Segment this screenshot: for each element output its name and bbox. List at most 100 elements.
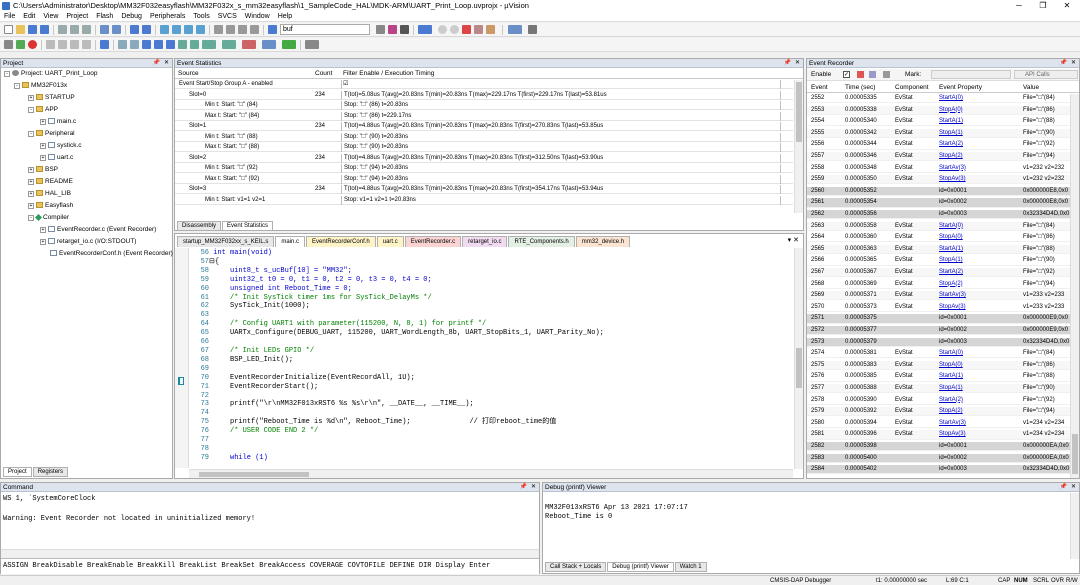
tree-readme[interactable]: + README — [28, 177, 73, 187]
api-calls-filter[interactable]: API Calls — [1014, 70, 1078, 79]
event-property[interactable]: id=0x0001 — [939, 442, 1021, 451]
save-log-icon[interactable] — [869, 71, 876, 78]
event-property[interactable]: StartA(1) — [939, 117, 1021, 126]
event-property[interactable]: id=0x0002 — [939, 198, 1021, 207]
tree-easyflash[interactable]: + Easyflash — [28, 201, 73, 211]
debug-tab[interactable]: Watch 1 — [674, 562, 707, 572]
config-icon[interactable] — [528, 25, 537, 34]
reset-icon[interactable] — [4, 40, 13, 49]
command-window-icon[interactable] — [118, 40, 127, 49]
tree-startup[interactable]: + STARTUP — [28, 93, 75, 103]
event-property[interactable]: id=0x0003 — [939, 210, 1021, 219]
panel-close-icon[interactable]: ✕ — [795, 59, 800, 68]
tree-uart[interactable]: + uart.c — [40, 153, 73, 163]
bookmark-next-icon[interactable] — [184, 25, 193, 34]
erase-icon[interactable] — [474, 25, 483, 34]
redo-icon[interactable] — [112, 25, 121, 34]
event-property[interactable]: StartA(1) — [939, 372, 1021, 381]
stats-row[interactable]: Min t: Start: "□" (88) Stop: "□" (90) t=2… — [175, 132, 793, 142]
event-property[interactable]: StartA(2) — [939, 268, 1021, 277]
toolbox-icon[interactable] — [282, 40, 296, 49]
panel-close-icon[interactable]: ✕ — [164, 59, 169, 68]
indent-icon[interactable] — [214, 25, 223, 34]
debug-scrollbar[interactable] — [1070, 493, 1079, 559]
tree-project-root[interactable]: - Project: UART_Print_Loop — [4, 69, 97, 79]
cut-icon[interactable] — [58, 25, 67, 34]
event-property[interactable]: StopA(2) — [939, 407, 1021, 416]
panel-close-icon[interactable]: ✕ — [1071, 59, 1076, 68]
event-row[interactable]: 2553 0.00005338 EvStat StopA(0) File="□"(86) — [807, 105, 1070, 115]
tools-icon[interactable] — [486, 25, 495, 34]
window-layout-icon[interactable] — [508, 25, 522, 34]
find-combo[interactable]: buf — [280, 24, 370, 35]
tree-retarget[interactable]: + retarget_io.c (I/O:STDOUT) — [40, 237, 136, 247]
event-property[interactable]: StartA(0) — [939, 349, 1021, 358]
event-property[interactable]: StopA(1) — [939, 256, 1021, 265]
stats-row[interactable]: Min t: Start: "□" (84) Stop: "□" (86) t=2… — [175, 101, 793, 110]
circle-icon[interactable] — [438, 25, 447, 34]
menu-flash[interactable]: Flash — [92, 12, 117, 21]
event-row[interactable]: 2558 0.00005348 EvStat StartAv(3) v1=232 v2=… — [807, 164, 1070, 173]
settings-icon[interactable] — [883, 71, 890, 78]
enable-checkbox[interactable]: ✓ — [843, 71, 850, 78]
tree-systick[interactable]: + systick.c — [40, 141, 82, 151]
event-property[interactable]: StopA(1) — [939, 129, 1021, 138]
stats-row[interactable]: Max t: Start: "□" (84) Stop: "□" (86) t=2… — [175, 111, 793, 121]
nav-forward-icon[interactable] — [142, 25, 151, 34]
event-row[interactable]: 2566 0.00005365 EvStat StopA(1) File="□"(90) — [807, 256, 1070, 266]
stop-icon[interactable] — [28, 40, 37, 49]
event-property[interactable]: StartA(2) — [939, 140, 1021, 149]
event-row[interactable]: 2571 0.00005375 id=0x0001 0x000000E9,0x0 — [807, 314, 1070, 324]
command-hscrollbar[interactable] — [1, 549, 539, 558]
stats-row[interactable]: Slot=2 234 T(tot)=4.88us T(avg)=20.83ns T(… — [175, 153, 793, 163]
event-property[interactable]: StopA(1) — [939, 384, 1021, 393]
group-enable-checkbox[interactable]: ☑ — [343, 80, 348, 89]
event-property[interactable]: id=0x0003 — [939, 338, 1021, 347]
tree-hal-lib[interactable]: + HAL_LIB — [28, 189, 71, 199]
event-property[interactable]: StartAv(3) — [939, 164, 1021, 173]
tree-bsp[interactable]: + BSP — [28, 165, 58, 175]
event-property[interactable]: StartA(0) — [939, 94, 1021, 103]
uncomment-icon[interactable] — [250, 25, 259, 34]
pin-icon[interactable]: 📌 — [520, 483, 527, 492]
event-statistics-scrollbar[interactable] — [794, 80, 803, 213]
event-property[interactable]: StartA(2) — [939, 396, 1021, 405]
editor-tab[interactable]: startup_MM32F032xx_s_KEIL.s — [177, 236, 275, 247]
registers-icon[interactable] — [154, 40, 163, 49]
event-row[interactable]: 2567 0.00005367 EvStat StartA(2) File="□"(92… — [807, 268, 1070, 278]
serial-icon[interactable] — [202, 40, 216, 49]
event-property[interactable]: id=0x0002 — [939, 454, 1021, 463]
tree-main[interactable]: + main.c — [40, 117, 76, 127]
stats-row[interactable]: Min t: Start: "□" (92) Stop: "□" (94) t=2… — [175, 164, 793, 173]
call-stack-icon[interactable] — [166, 40, 175, 49]
event-row[interactable]: 2572 0.00005377 id=0x0002 0x000000E9,0x0 — [807, 326, 1070, 336]
stats-row[interactable]: Slot=3 234 T(tot)=4.88us T(avg)=20.83ns T(… — [175, 185, 793, 194]
event-row[interactable]: 2575 0.00005383 EvStat StopA(0) File="□"(86) — [807, 360, 1070, 370]
event-property[interactable]: StopAv(3) — [939, 430, 1021, 439]
event-row[interactable]: 2569 0.00005371 EvStat StartAv(3) v1=233 v2=… — [807, 291, 1070, 301]
event-row[interactable]: 2562 0.00005356 id=0x0003 0x32334D4D,0x0 — [807, 210, 1070, 220]
debug-settings-icon[interactable] — [305, 40, 319, 49]
stats-row[interactable]: Slot=0 234 T(tot)=5.08us T(avg)=20.83ns T(… — [175, 90, 793, 100]
editor-tab[interactable]: EventRecorder.c — [404, 236, 462, 247]
mark-input[interactable] — [931, 70, 1011, 79]
event-property[interactable]: StartAv(3) — [939, 291, 1021, 300]
event-row[interactable]: 2573 0.00005379 id=0x0003 0x32334D4D,0x0 — [807, 337, 1070, 347]
circle2-icon[interactable] — [450, 25, 459, 34]
event-recorder-scrollbar[interactable] — [1070, 94, 1079, 478]
editor-gutter[interactable] — [175, 248, 189, 468]
zoom-icon[interactable] — [418, 25, 432, 34]
find-icon[interactable] — [376, 25, 385, 34]
unindent-icon[interactable] — [226, 25, 235, 34]
menu-svcs[interactable]: SVCS — [214, 12, 241, 21]
stats-row[interactable]: Event Start/Stop Group A - enabled ☑ — [175, 80, 793, 89]
debug-session-icon[interactable] — [400, 25, 409, 34]
editor-tab[interactable]: mm32_device.h — [575, 236, 631, 247]
event-property[interactable]: id=0x0001 — [939, 187, 1021, 196]
stats-row[interactable]: Min t: Start: v1=1 v2=1 Stop: v1=1 v2=1 t… — [175, 195, 793, 205]
event-row[interactable]: 2581 0.00005396 EvStat StopAv(3) v1=234 v2=2… — [807, 430, 1070, 440]
event-row[interactable]: 2582 0.00005398 id=0x0001 0x000000EA,0x0 — [807, 442, 1070, 452]
tab-registers[interactable]: Registers — [32, 467, 69, 477]
stats-row[interactable]: Slot=1 234 T(tot)=4.88us T(avg)=20.83ns T(… — [175, 122, 793, 131]
comment-icon[interactable] — [238, 25, 247, 34]
